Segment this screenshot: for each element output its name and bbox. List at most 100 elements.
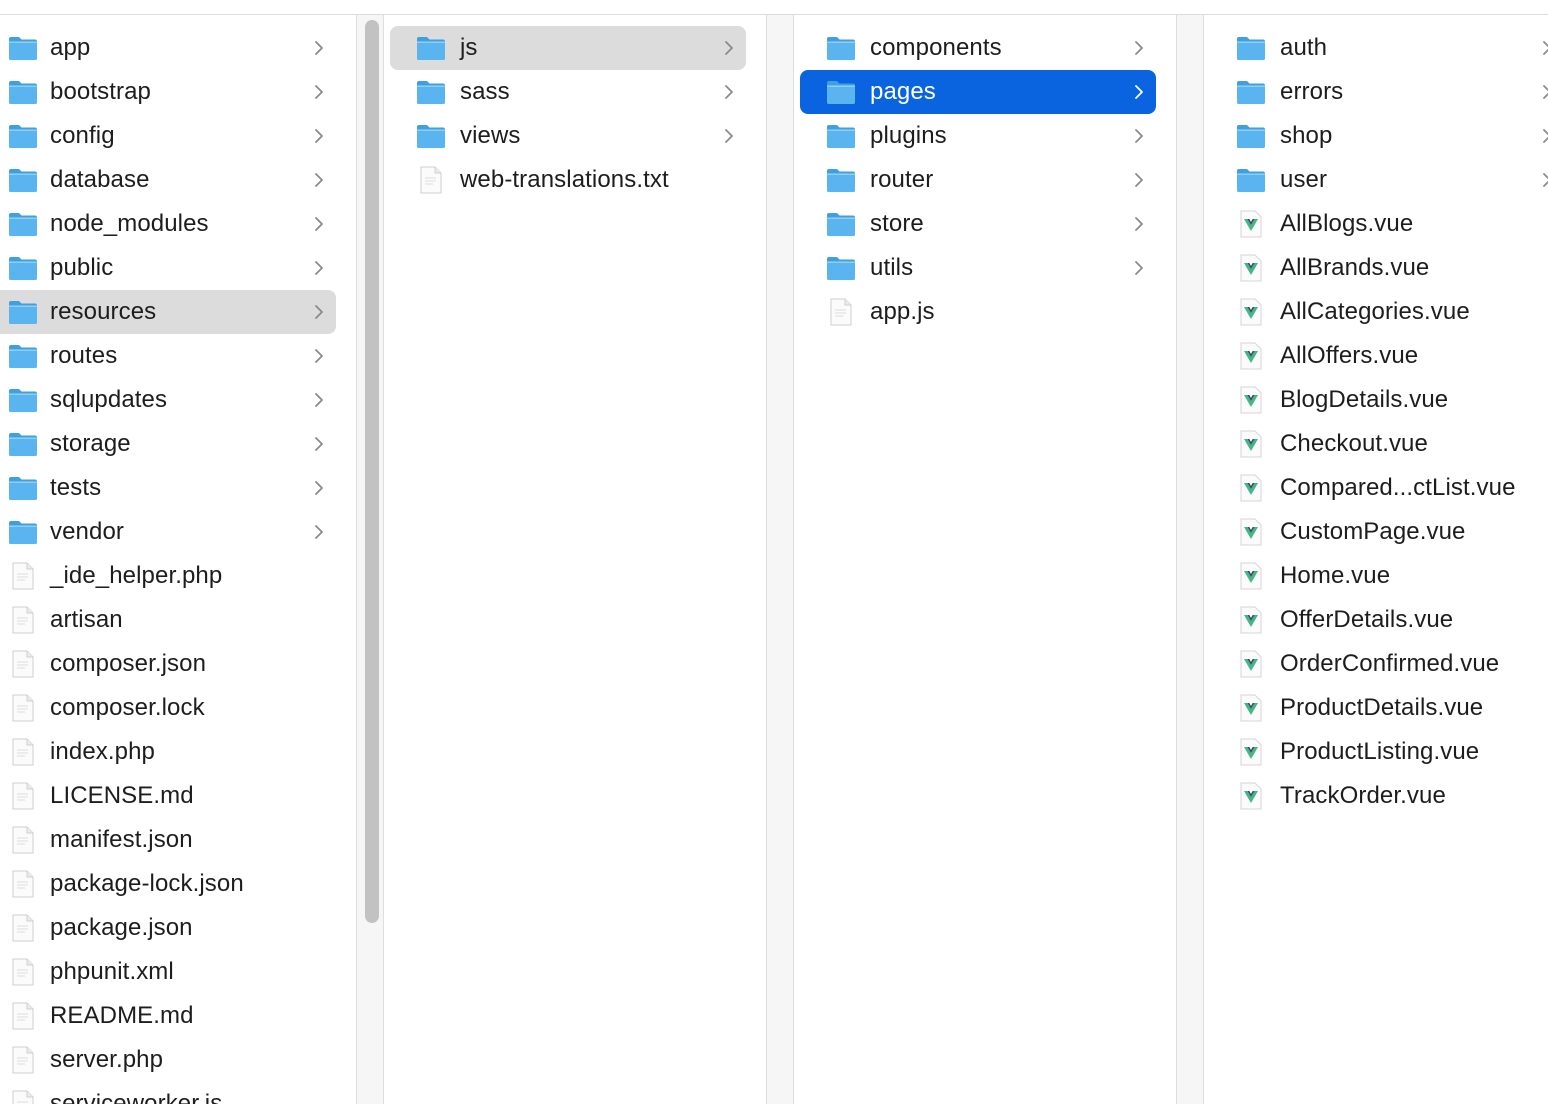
file-row[interactable]: AllOffers.vue bbox=[1210, 334, 1548, 378]
item-name: Home.vue bbox=[1280, 562, 1391, 589]
folder-row[interactable]: store bbox=[800, 202, 1156, 246]
document-icon bbox=[416, 166, 446, 194]
file-row[interactable]: composer.json bbox=[0, 642, 336, 686]
column-divider[interactable] bbox=[766, 15, 794, 1104]
item-name: AllBrands.vue bbox=[1280, 254, 1430, 281]
column-pages[interactable]: auth errors shop user AllBlogs.vue AllBr… bbox=[1206, 15, 1548, 1104]
chevron-right-icon bbox=[312, 435, 326, 453]
chevron-right-icon bbox=[312, 391, 326, 409]
column-js[interactable]: components pages plugins router store ut… bbox=[796, 15, 1176, 1104]
folder-row[interactable]: public bbox=[0, 246, 336, 290]
folder-row[interactable]: utils bbox=[800, 246, 1156, 290]
item-name: Compared...ctList.vue bbox=[1280, 474, 1516, 501]
file-row[interactable]: BlogDetails.vue bbox=[1210, 378, 1548, 422]
folder-icon bbox=[416, 122, 446, 150]
item-name: plugins bbox=[870, 122, 947, 149]
file-row[interactable]: serviceworker.js bbox=[0, 1082, 336, 1104]
file-row[interactable]: package.json bbox=[0, 906, 336, 950]
chevron-right-icon bbox=[1132, 215, 1146, 233]
vue-file-icon bbox=[1236, 782, 1266, 810]
folder-row[interactable]: app bbox=[0, 26, 336, 70]
folder-row[interactable]: shop bbox=[1210, 114, 1548, 158]
file-row[interactable]: AllBrands.vue bbox=[1210, 246, 1548, 290]
folder-icon bbox=[826, 34, 856, 62]
document-icon bbox=[8, 914, 38, 942]
folder-row[interactable]: errors bbox=[1210, 70, 1548, 114]
item-name: ProductDetails.vue bbox=[1280, 694, 1484, 721]
vue-file-icon bbox=[1236, 518, 1266, 546]
folder-icon bbox=[826, 122, 856, 150]
item-name: app bbox=[50, 34, 91, 61]
column-resources[interactable]: js sass views web-translations.txt bbox=[386, 15, 766, 1104]
folder-row[interactable]: user bbox=[1210, 158, 1548, 202]
file-row[interactable]: Home.vue bbox=[1210, 554, 1548, 598]
folder-row[interactable]: js bbox=[390, 26, 746, 70]
file-row[interactable]: README.md bbox=[0, 994, 336, 1038]
folder-icon bbox=[1236, 166, 1266, 194]
chevron-right-icon bbox=[1132, 127, 1146, 145]
folder-icon bbox=[416, 78, 446, 106]
folder-row[interactable]: node_modules bbox=[0, 202, 336, 246]
vue-file-icon bbox=[1236, 210, 1266, 238]
folder-row[interactable]: resources bbox=[0, 290, 336, 334]
file-row[interactable]: artisan bbox=[0, 598, 336, 642]
vue-file-icon bbox=[1236, 254, 1266, 282]
file-row[interactable]: Checkout.vue bbox=[1210, 422, 1548, 466]
item-name: LICENSE.md bbox=[50, 782, 194, 809]
folder-row[interactable]: router bbox=[800, 158, 1156, 202]
item-name: public bbox=[50, 254, 114, 281]
item-name: OrderConfirmed.vue bbox=[1280, 650, 1500, 677]
file-row[interactable]: OfferDetails.vue bbox=[1210, 598, 1548, 642]
file-row[interactable]: _ide_helper.php bbox=[0, 554, 336, 598]
folder-icon bbox=[8, 210, 38, 238]
folder-row[interactable]: sqlupdates bbox=[0, 378, 336, 422]
folder-row[interactable]: sass bbox=[390, 70, 746, 114]
folder-row[interactable]: tests bbox=[0, 466, 336, 510]
column-root[interactable]: app bootstrap config database node_modul… bbox=[0, 15, 356, 1104]
folder-icon bbox=[416, 34, 446, 62]
file-row[interactable]: CustomPage.vue bbox=[1210, 510, 1548, 554]
vue-file-icon bbox=[1236, 606, 1266, 634]
file-row[interactable]: composer.lock bbox=[0, 686, 336, 730]
vue-file-icon bbox=[1236, 386, 1266, 414]
folder-row[interactable]: storage bbox=[0, 422, 336, 466]
file-row[interactable]: ProductListing.vue bbox=[1210, 730, 1548, 774]
folder-row[interactable]: routes bbox=[0, 334, 336, 378]
file-row[interactable]: server.php bbox=[0, 1038, 336, 1082]
file-row[interactable]: manifest.json bbox=[0, 818, 336, 862]
folder-row[interactable]: auth bbox=[1210, 26, 1548, 70]
column-divider[interactable] bbox=[1176, 15, 1204, 1104]
file-row[interactable]: Compared...ctList.vue bbox=[1210, 466, 1548, 510]
file-row[interactable]: LICENSE.md bbox=[0, 774, 336, 818]
file-row[interactable]: TrackOrder.vue bbox=[1210, 774, 1548, 818]
chevron-right-icon bbox=[722, 127, 736, 145]
scrollbar-thumb[interactable] bbox=[365, 20, 379, 923]
column-items: js sass views web-translations.txt bbox=[386, 26, 766, 202]
folder-row[interactable]: components bbox=[800, 26, 1156, 70]
file-row[interactable]: AllBlogs.vue bbox=[1210, 202, 1548, 246]
item-name: AllBlogs.vue bbox=[1280, 210, 1414, 237]
file-row[interactable]: AllCategories.vue bbox=[1210, 290, 1548, 334]
item-name: sqlupdates bbox=[50, 386, 168, 413]
folder-row[interactable]: pages bbox=[800, 70, 1156, 114]
folder-row[interactable]: database bbox=[0, 158, 336, 202]
file-row[interactable]: web-translations.txt bbox=[390, 158, 746, 202]
chevron-right-icon bbox=[312, 479, 326, 497]
folder-row[interactable]: plugins bbox=[800, 114, 1156, 158]
file-row[interactable]: OrderConfirmed.vue bbox=[1210, 642, 1548, 686]
item-name: vendor bbox=[50, 518, 124, 545]
item-name: user bbox=[1280, 166, 1328, 193]
file-row[interactable]: phpunit.xml bbox=[0, 950, 336, 994]
folder-row[interactable]: config bbox=[0, 114, 336, 158]
folder-row[interactable]: views bbox=[390, 114, 746, 158]
folder-icon bbox=[8, 298, 38, 326]
folder-row[interactable]: vendor bbox=[0, 510, 336, 554]
file-row[interactable]: app.js bbox=[800, 290, 1156, 334]
document-icon bbox=[8, 606, 38, 634]
file-row[interactable]: package-lock.json bbox=[0, 862, 336, 906]
vue-file-icon bbox=[1236, 430, 1266, 458]
chevron-right-icon bbox=[312, 171, 326, 189]
file-row[interactable]: index.php bbox=[0, 730, 336, 774]
folder-row[interactable]: bootstrap bbox=[0, 70, 336, 114]
file-row[interactable]: ProductDetails.vue bbox=[1210, 686, 1548, 730]
